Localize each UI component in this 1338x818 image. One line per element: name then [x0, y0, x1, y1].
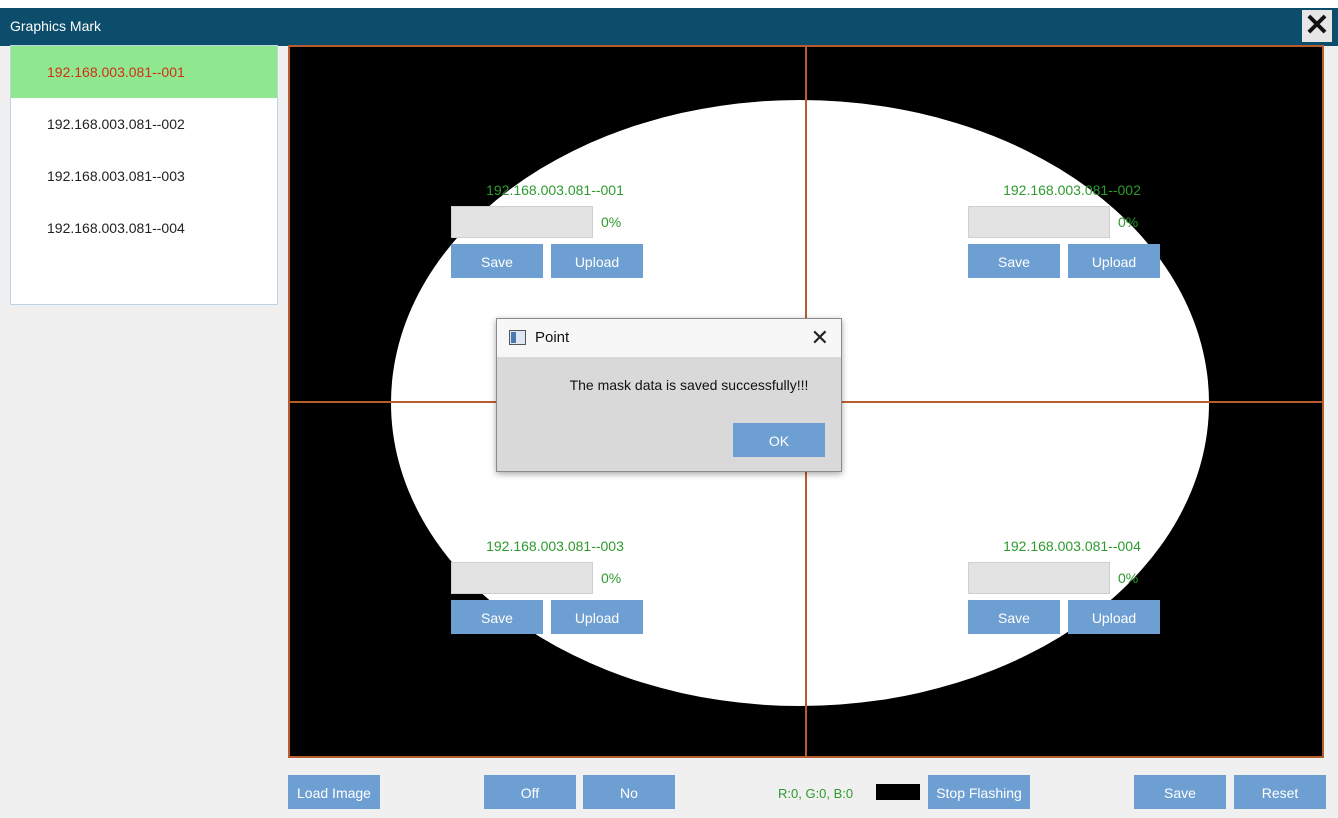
device-list-item[interactable]: 192.168.003.081--001 [11, 46, 277, 98]
no-button[interactable]: No [583, 775, 675, 809]
camera-save-button[interactable]: Save [968, 600, 1060, 634]
camera-label: 192.168.003.081--002 [1003, 182, 1141, 198]
camera-label: 192.168.003.081--001 [486, 182, 624, 198]
device-list: 192.168.003.081--001 192.168.003.081--00… [10, 45, 278, 305]
camera-label: 192.168.003.081--003 [486, 538, 624, 554]
progress-bar [451, 562, 593, 594]
device-list-item[interactable]: 192.168.003.081--004 [11, 202, 277, 254]
save-button[interactable]: Save [1134, 775, 1226, 809]
window-title: Graphics Mark [10, 18, 102, 34]
title-bar: Graphics Mark ✕ [0, 8, 1338, 46]
progress-percent: 0% [601, 570, 622, 586]
device-list-item[interactable]: 192.168.003.081--003 [11, 150, 277, 202]
camera-upload-button[interactable]: Upload [1068, 600, 1160, 634]
reset-button[interactable]: Reset [1234, 775, 1326, 809]
color-swatch [876, 784, 920, 800]
camera-save-button[interactable]: Save [451, 244, 543, 278]
progress-bar [968, 562, 1110, 594]
camera-label: 192.168.003.081--004 [1003, 538, 1141, 554]
progress-percent: 0% [601, 214, 622, 230]
point-dialog: Point ✕ The mask data is saved successfu… [496, 318, 842, 472]
camera-save-button[interactable]: Save [451, 600, 543, 634]
dialog-message: The mask data is saved successfully!!! [569, 377, 809, 393]
ok-button[interactable]: OK [733, 423, 825, 457]
camera-upload-button[interactable]: Upload [551, 600, 643, 634]
camera-upload-button[interactable]: Upload [1068, 244, 1160, 278]
stop-flashing-button[interactable]: Stop Flashing [928, 775, 1030, 809]
progress-percent: 0% [1118, 214, 1139, 230]
dialog-title: Point [535, 329, 570, 346]
progress-bar [451, 206, 593, 238]
device-list-item[interactable]: 192.168.003.081--002 [11, 98, 277, 150]
off-button[interactable]: Off [484, 775, 576, 809]
progress-percent: 0% [1118, 570, 1139, 586]
camera-upload-button[interactable]: Upload [551, 244, 643, 278]
camera-save-button[interactable]: Save [968, 244, 1060, 278]
window-app-icon [509, 330, 526, 345]
dialog-title-bar: Point ✕ [497, 319, 841, 357]
load-image-button[interactable]: Load Image [288, 775, 380, 809]
rgb-readout: R:0, G:0, B:0 [778, 786, 854, 801]
close-icon[interactable]: ✕ [1302, 10, 1332, 42]
progress-bar [968, 206, 1110, 238]
close-icon[interactable]: ✕ [811, 325, 829, 351]
